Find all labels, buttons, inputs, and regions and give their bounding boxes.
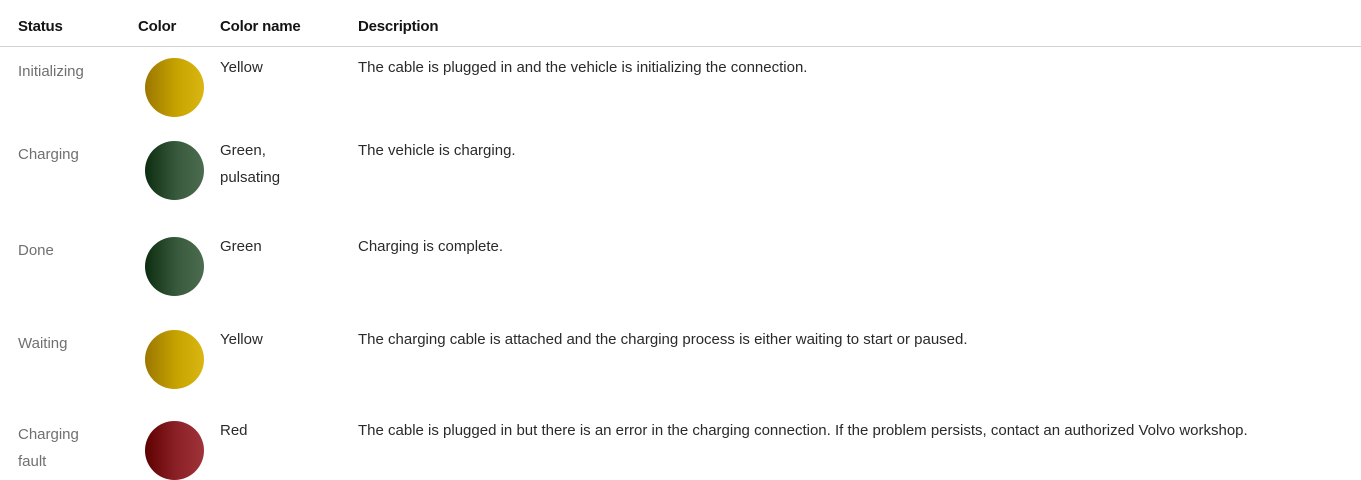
table-row: Charging Green, pulsating The vehicle is…: [0, 129, 1361, 225]
yellow-indicator-dot: [145, 330, 204, 389]
red-indicator-dot: [145, 421, 204, 480]
color-name-cell: Yellow: [220, 331, 263, 348]
status-cell: Waiting: [18, 335, 68, 352]
green-indicator-dot: [145, 237, 204, 296]
green-indicator-dot: [145, 141, 204, 200]
table-row: Initializing Yellow The cable is plugged…: [0, 46, 1361, 129]
table-row: Charging fault Red The cable is plugged …: [0, 409, 1361, 480]
color-name-cell: Red: [220, 422, 248, 439]
description-cell: The cable is plugged in but there is an …: [358, 422, 1248, 439]
color-name-cell: Green: [220, 238, 262, 255]
color-name-cell: Green, pulsating: [220, 142, 281, 186]
description-cell: The vehicle is charging.: [358, 142, 516, 159]
header-color: Color: [138, 18, 177, 35]
status-cell: Done: [18, 242, 54, 259]
description-cell: Charging is complete.: [358, 238, 504, 255]
charging-status-table: Status Color Color name Description Init…: [0, 0, 1361, 480]
header-description: Description: [358, 18, 439, 35]
status-cell: Initializing: [18, 63, 84, 80]
table-row: Done Green Charging is complete.: [0, 225, 1361, 318]
header-status: Status: [18, 18, 63, 35]
color-name-cell: Yellow: [220, 59, 263, 76]
status-cell: Charging: [18, 146, 79, 163]
status-cell: Charging fault: [18, 426, 79, 470]
yellow-indicator-dot: [145, 58, 204, 117]
header-color-name: Color name: [220, 18, 301, 35]
description-cell: The cable is plugged in and the vehicle …: [358, 59, 808, 76]
table-header: Status Color Color name Description: [0, 0, 1361, 47]
table-row: Waiting Yellow The charging cable is att…: [0, 318, 1361, 409]
description-cell: The charging cable is attached and the c…: [358, 331, 968, 348]
